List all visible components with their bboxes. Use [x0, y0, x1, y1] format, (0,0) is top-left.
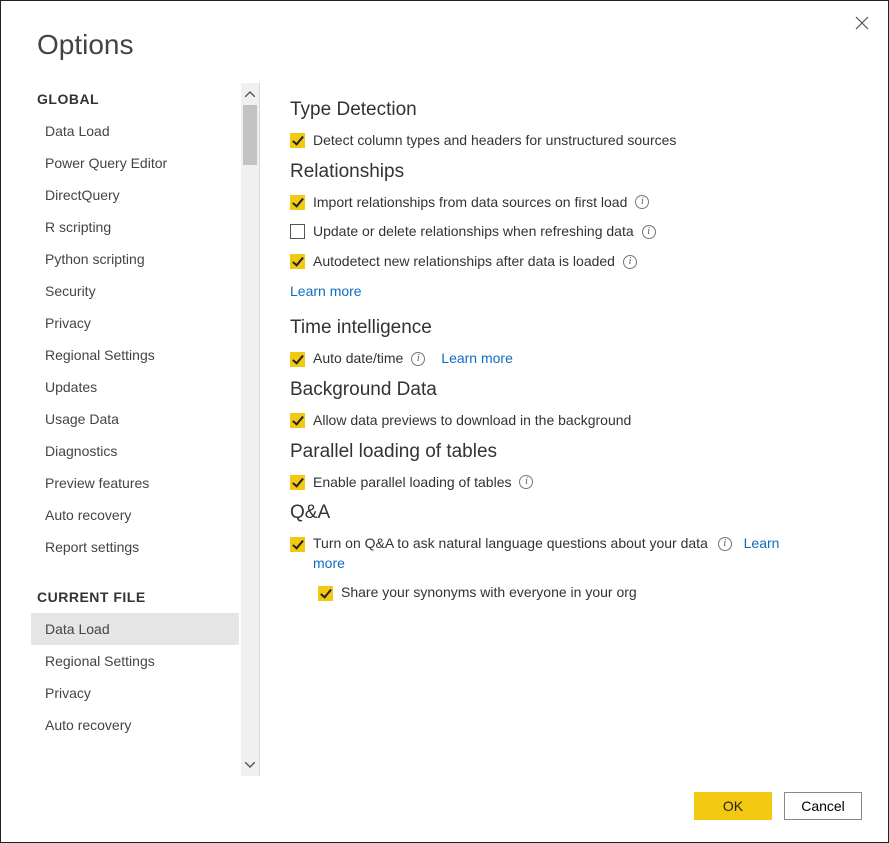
scroll-thumb[interactable] [243, 105, 257, 165]
nav-item-data-load[interactable]: Data Load [31, 613, 239, 645]
heading-parallel-loading: Parallel loading of tables [290, 441, 852, 463]
label-update-relationships[interactable]: Update or delete relationships when refr… [313, 222, 634, 242]
nav-item-python-scripting[interactable]: Python scripting [31, 243, 239, 275]
sidebar-container: GLOBALData LoadPower Query EditorDirectQ… [31, 83, 259, 776]
label-autodetect-relationships[interactable]: Autodetect new relationships after data … [313, 252, 615, 272]
option-auto-date-time: Auto date/time i Learn more [290, 349, 852, 369]
checkbox-qna-turn-on[interactable] [290, 537, 305, 552]
option-parallel-loading: Enable parallel loading of tables i [290, 473, 852, 493]
nav-item-privacy[interactable]: Privacy [31, 307, 239, 339]
option-import-relationships: Import relationships from data sources o… [290, 193, 852, 213]
content-pane: Type Detection Detect column types and h… [260, 83, 888, 776]
option-detect-column-types: Detect column types and headers for unst… [290, 131, 852, 151]
link-time-intelligence-learn-more[interactable]: Learn more [441, 349, 513, 369]
scroll-up-button[interactable] [241, 83, 259, 105]
nav-item-auto-recovery[interactable]: Auto recovery [31, 709, 239, 741]
nav-item-updates[interactable]: Updates [31, 371, 239, 403]
heading-relationships: Relationships [290, 161, 852, 183]
info-icon[interactable]: i [635, 195, 649, 209]
nav-item-diagnostics[interactable]: Diagnostics [31, 435, 239, 467]
option-qna-share-synonyms: Share your synonyms with everyone in you… [318, 583, 852, 603]
checkbox-detect-column-types[interactable] [290, 133, 305, 148]
nav-section-header: GLOBAL [31, 83, 239, 115]
label-qna-share-synonyms[interactable]: Share your synonyms with everyone in you… [341, 583, 637, 603]
option-update-relationships: Update or delete relationships when refr… [290, 222, 852, 242]
cancel-button[interactable]: Cancel [784, 792, 862, 820]
nav-item-privacy[interactable]: Privacy [31, 677, 239, 709]
nav-item-directquery[interactable]: DirectQuery [31, 179, 239, 211]
info-icon[interactable]: i [411, 352, 425, 366]
nav-item-regional-settings[interactable]: Regional Settings [31, 645, 239, 677]
nav-item-usage-data[interactable]: Usage Data [31, 403, 239, 435]
nav-item-power-query-editor[interactable]: Power Query Editor [31, 147, 239, 179]
label-parallel-loading[interactable]: Enable parallel loading of tables [313, 473, 511, 493]
label-qna-turn-on[interactable]: Turn on Q&A to ask natural language ques… [313, 535, 708, 551]
option-qna-turn-on: Turn on Q&A to ask natural language ques… [290, 534, 852, 573]
dialog-title: Options [1, 1, 888, 83]
nav-item-auto-recovery[interactable]: Auto recovery [31, 499, 239, 531]
sidebar-scrollbar[interactable] [241, 83, 259, 776]
heading-qna: Q&A [290, 502, 852, 524]
link-relationships-learn-more[interactable]: Learn more [290, 283, 362, 299]
heading-type-detection: Type Detection [290, 99, 852, 121]
nav-item-data-load[interactable]: Data Load [31, 115, 239, 147]
options-dialog: Options GLOBALData LoadPower Query Edito… [0, 0, 889, 843]
info-icon[interactable]: i [718, 537, 732, 551]
checkbox-autodetect-relationships[interactable] [290, 254, 305, 269]
dialog-body: GLOBALData LoadPower Query EditorDirectQ… [1, 83, 888, 776]
label-detect-column-types[interactable]: Detect column types and headers for unst… [313, 131, 676, 151]
dialog-footer: OK Cancel [1, 776, 888, 842]
chevron-up-icon [245, 91, 255, 97]
chevron-down-icon [245, 762, 255, 768]
heading-time-intelligence: Time intelligence [290, 317, 852, 339]
ok-button[interactable]: OK [694, 792, 772, 820]
info-icon[interactable]: i [519, 475, 533, 489]
nav-item-regional-settings[interactable]: Regional Settings [31, 339, 239, 371]
checkbox-qna-share-synonyms[interactable] [318, 586, 333, 601]
nav-item-report-settings[interactable]: Report settings [31, 531, 239, 563]
checkbox-import-relationships[interactable] [290, 195, 305, 210]
option-autodetect-relationships: Autodetect new relationships after data … [290, 252, 852, 272]
label-import-relationships[interactable]: Import relationships from data sources o… [313, 193, 627, 213]
nav-item-r-scripting[interactable]: R scripting [31, 211, 239, 243]
sidebar: GLOBALData LoadPower Query EditorDirectQ… [31, 83, 259, 776]
close-button[interactable] [852, 13, 872, 33]
nav-item-preview-features[interactable]: Preview features [31, 467, 239, 499]
checkbox-update-relationships[interactable] [290, 224, 305, 239]
nav-item-security[interactable]: Security [31, 275, 239, 307]
checkbox-auto-date-time[interactable] [290, 352, 305, 367]
info-icon[interactable]: i [623, 255, 637, 269]
nav-section-header: CURRENT FILE [31, 581, 239, 613]
label-auto-date-time[interactable]: Auto date/time [313, 349, 403, 369]
option-allow-previews: Allow data previews to download in the b… [290, 411, 852, 431]
heading-background-data: Background Data [290, 379, 852, 401]
info-icon[interactable]: i [642, 225, 656, 239]
checkbox-parallel-loading[interactable] [290, 475, 305, 490]
scroll-down-button[interactable] [241, 754, 259, 776]
close-icon [855, 16, 869, 30]
label-allow-previews[interactable]: Allow data previews to download in the b… [313, 411, 631, 431]
checkbox-allow-previews[interactable] [290, 413, 305, 428]
